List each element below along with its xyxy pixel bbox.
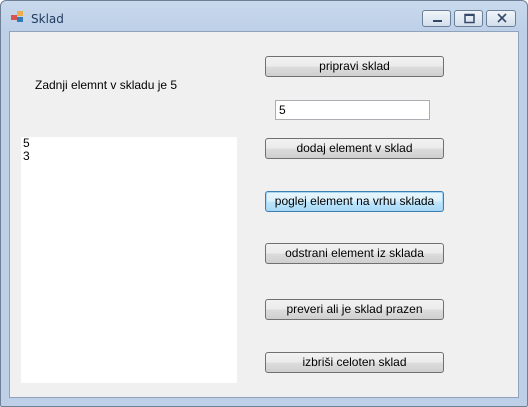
list-item[interactable]: 3	[21, 150, 237, 163]
list-item[interactable]: 5	[21, 137, 237, 150]
element-input[interactable]: 5	[275, 100, 430, 120]
minimize-button[interactable]	[422, 10, 451, 27]
app-icon	[11, 11, 25, 23]
close-icon	[487, 11, 515, 30]
close-button[interactable]	[486, 10, 516, 27]
app-window: Sklad Zadnji elemnt v skladu je 5 5 3 pr…	[0, 0, 528, 407]
status-label: Zadnji elemnt v skladu je 5	[35, 78, 178, 92]
maximize-icon	[455, 11, 482, 30]
peek-top-button[interactable]: poglej element na vrhu sklada	[265, 191, 444, 212]
window-title: Sklad	[31, 12, 64, 26]
remove-element-button[interactable]: odstrani element iz sklada	[265, 243, 444, 264]
stack-listbox[interactable]: 5 3	[21, 137, 237, 383]
maximize-button[interactable]	[454, 10, 483, 27]
prepare-stack-button[interactable]: pripravi sklad	[265, 56, 444, 77]
add-element-button[interactable]: dodaj element v sklad	[265, 138, 444, 159]
check-empty-button[interactable]: preveri ali je sklad prazen	[265, 299, 444, 320]
minimize-icon	[423, 11, 450, 30]
title-bar[interactable]: Sklad	[1, 1, 527, 31]
client-area: Zadnji elemnt v skladu je 5 5 3 pripravi…	[9, 31, 519, 398]
clear-stack-button[interactable]: izbriši celoten sklad	[265, 352, 444, 373]
